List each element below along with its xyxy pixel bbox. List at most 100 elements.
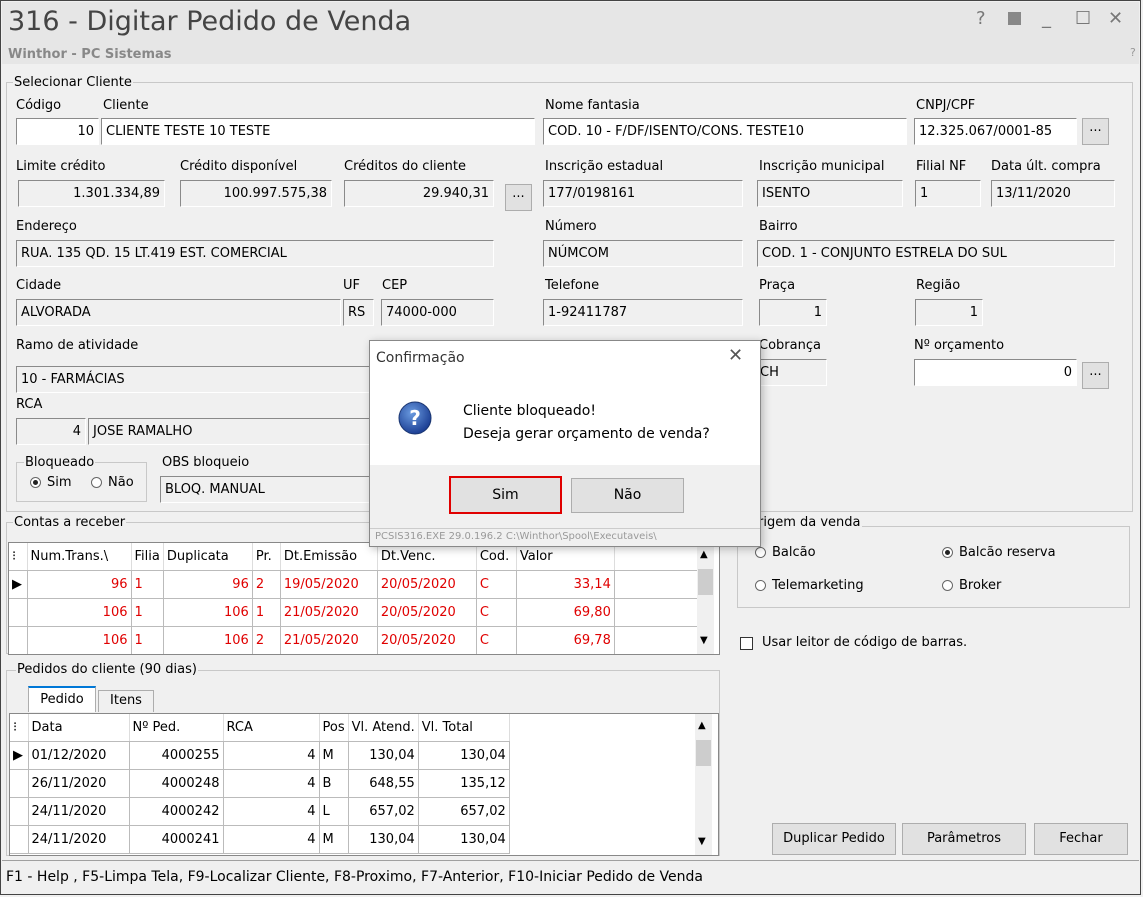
bloqueado-sim-radio[interactable]: Sim	[30, 475, 72, 490]
maximize-icon[interactable]: ☐	[1075, 8, 1091, 29]
telefone-field: 1-92411787	[543, 299, 743, 326]
cell: 1	[252, 598, 281, 627]
cell: 96	[163, 570, 253, 599]
dialog-line2: Deseja gerar orçamento de venda?	[463, 426, 710, 442]
cnpj-search-button[interactable]: ...	[1082, 118, 1109, 145]
table-row[interactable]: 106 1 106 1 21/05/2020 20/05/2020 C 69,8…	[9, 598, 714, 627]
leitor-checkbox[interactable]	[740, 637, 753, 650]
parametros-button[interactable]: Parâmetros	[902, 823, 1026, 855]
orcamento-input[interactable]: 0	[914, 359, 1077, 386]
origem-balcao-reserva-radio[interactable]: Balcão reserva	[942, 545, 1056, 560]
cell: 69,80	[516, 598, 615, 627]
column-header[interactable]: Pos	[319, 714, 349, 742]
bairro-field: COD. 1 - CONJUNTO ESTRELA DO SUL	[757, 240, 1115, 267]
minimize-icon[interactable]: _	[1042, 8, 1051, 29]
cell: 106	[27, 598, 132, 627]
restore-icon[interactable]	[1008, 12, 1021, 25]
column-header[interactable]: Dt.Emissão	[280, 543, 378, 571]
credito-disp-label: Crédito disponível	[180, 159, 298, 174]
contas-title: Contas a receber	[13, 515, 127, 530]
codigo-input[interactable]: 10	[16, 118, 99, 145]
column-header[interactable]: Valor	[516, 543, 615, 571]
cidade-field: ALVORADA	[16, 299, 341, 326]
scroll-down-icon[interactable]: ▼	[700, 635, 708, 646]
help-icon[interactable]: ?	[976, 8, 986, 29]
extra-help-icon[interactable]: ?	[1130, 46, 1136, 59]
regiao-field: 1	[915, 299, 983, 326]
window-subtitle: Winthor - PC Sistemas	[8, 47, 172, 62]
column-menu-icon[interactable]: ⁝	[9, 543, 28, 571]
column-header[interactable]: Cod.	[476, 543, 517, 571]
column-header[interactable]: Nº Ped.	[129, 714, 224, 742]
cell: 19/05/2020	[280, 570, 378, 599]
fantasia-label: Nome fantasia	[545, 98, 640, 113]
cnpj-input[interactable]: 12.325.067/0001-85	[914, 118, 1077, 145]
fantasia-input[interactable]: COD. 10 - F/DF/ISENTO/CONS. TESTE10	[543, 118, 907, 145]
contas-header-row: ⁝ Num.Trans.\ Filia Duplicata Pr. Dt.Emi…	[9, 543, 714, 571]
duplicar-pedido-button[interactable]: Duplicar Pedido	[772, 823, 896, 855]
cell: 648,55	[348, 769, 419, 798]
scroll-thumb[interactable]	[696, 740, 711, 766]
nao-button[interactable]: Não	[571, 478, 684, 513]
column-header[interactable]: Vl. Total	[418, 714, 510, 742]
sim-button[interactable]: Sim	[449, 476, 562, 514]
orcamento-label: Nº orçamento	[914, 338, 1005, 353]
origem-broker-label: Broker	[959, 578, 1002, 593]
table-row[interactable]: ▶ 96 1 96 2 19/05/2020 20/05/2020 C 33,1…	[9, 570, 714, 599]
origem-broker-radio[interactable]: Broker	[942, 578, 1001, 593]
origem-balcao-radio[interactable]: Balcão	[755, 545, 816, 560]
bloqueado-nao-radio[interactable]: Não	[91, 475, 134, 490]
column-header[interactable]: Duplicata	[163, 543, 253, 571]
origem-telemarketing-radio[interactable]: Telemarketing	[755, 578, 864, 593]
tab-pedido[interactable]: Pedido	[28, 686, 96, 712]
table-row[interactable]: 26/11/2020 4000248 4 B 648,55 135,12	[10, 769, 510, 798]
cell: 1	[131, 598, 164, 627]
scroll-up-icon[interactable]: ▲	[700, 549, 708, 560]
contas-scrollbar[interactable]: ▲ ▼	[697, 543, 714, 654]
column-menu-icon[interactable]: ⁝	[10, 714, 29, 742]
regiao-label: Região	[916, 278, 961, 293]
limite-field: 1.301.334,89	[18, 180, 165, 207]
row-indicator-icon: ▶	[10, 741, 29, 770]
column-header[interactable]: Filia	[131, 543, 164, 571]
creditos-cli-label: Créditos do cliente	[344, 159, 466, 174]
scroll-thumb[interactable]	[698, 569, 713, 595]
scroll-down-icon[interactable]: ▼	[698, 836, 706, 847]
table-row[interactable]: 106 1 106 2 21/05/2020 20/05/2020 C 69,7…	[9, 626, 714, 654]
cliente-input[interactable]: CLIENTE TESTE 10 TESTE	[101, 118, 535, 145]
cell: 106	[163, 626, 253, 654]
origem-balcao-label: Balcão	[772, 545, 816, 560]
column-header[interactable]: Dt.Venc.	[377, 543, 477, 571]
tab-itens[interactable]: Itens	[98, 690, 154, 712]
column-header[interactable]: Num.Trans.\	[27, 543, 132, 571]
cell: 4	[223, 825, 320, 854]
cell: 657,02	[418, 797, 510, 826]
cell: 24/11/2020	[28, 825, 130, 854]
bloqueado-sim-label: Sim	[47, 475, 72, 490]
pedidos-grid[interactable]: ⁝ Data Nº Ped. RCA Pos Vl. Atend. Vl. To…	[9, 713, 719, 856]
table-row[interactable]: 24/11/2020 4000241 4 M 130,04 130,04	[10, 825, 510, 854]
table-row[interactable]: 24/11/2020 4000242 4 L 657,02 657,02	[10, 797, 510, 826]
contas-grid[interactable]: ⁝ Num.Trans.\ Filia Duplicata Pr. Dt.Emi…	[8, 542, 720, 655]
close-icon[interactable]: ✕	[1108, 8, 1123, 29]
table-row[interactable]: ▶ 01/12/2020 4000255 4 M 130,04 130,04	[10, 741, 510, 770]
column-header[interactable]: RCA	[223, 714, 320, 742]
pedidos-header-row: ⁝ Data Nº Ped. RCA Pos Vl. Atend. Vl. To…	[10, 714, 510, 742]
creditos-button[interactable]: ...	[505, 184, 532, 211]
cep-label: CEP	[382, 278, 408, 293]
cell: 130,04	[348, 741, 419, 770]
fechar-button[interactable]: Fechar	[1034, 823, 1128, 855]
cell: 1	[131, 626, 164, 654]
rca-name-field: JOSE RAMALHO	[88, 418, 376, 445]
orcamento-search-button[interactable]: ...	[1082, 362, 1109, 389]
column-header[interactable]: Pr.	[252, 543, 281, 571]
column-header[interactable]: Data	[28, 714, 130, 742]
dialog-close-icon[interactable]: ✕	[728, 345, 743, 366]
cell: 130,04	[418, 825, 510, 854]
cell: 4	[223, 769, 320, 798]
cell: 657,02	[348, 797, 419, 826]
column-header[interactable]: Vl. Atend.	[348, 714, 419, 742]
dialog-title: Confirmação	[376, 350, 465, 366]
scroll-up-icon[interactable]: ▲	[698, 720, 706, 731]
pedidos-scrollbar[interactable]: ▲ ▼	[695, 714, 712, 855]
